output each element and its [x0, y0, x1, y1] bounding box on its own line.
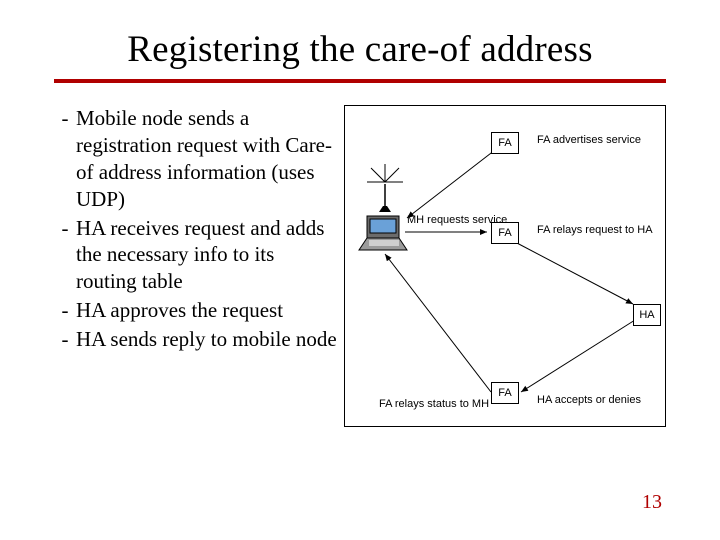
fa-box-1: FA: [491, 132, 519, 154]
slide: Registering the care-of address -Mobile …: [0, 0, 720, 540]
fa-label: FA: [498, 227, 511, 239]
ha-label: HA: [639, 309, 654, 321]
accept-deny-label: HA accepts or denies: [537, 394, 641, 406]
network-diagram: FA FA FA HA FA advertises service MH req…: [344, 105, 666, 427]
fa-label: FA: [498, 387, 511, 399]
bullet-dash: -: [54, 215, 76, 242]
advert-label: FA advertises service: [537, 134, 641, 146]
list-item: -HA approves the request: [54, 297, 338, 324]
page-number: 13: [642, 491, 662, 514]
bullet-list: -Mobile node sends a registration reques…: [54, 105, 338, 427]
bullet-text: HA approves the request: [76, 297, 338, 324]
bullet-dash: -: [54, 297, 76, 324]
bullet-text: Mobile node sends a registration request…: [76, 105, 338, 213]
title-underline: [54, 79, 666, 83]
bullet-dash: -: [54, 105, 76, 132]
bullet-text: HA receives request and adds the necessa…: [76, 215, 338, 296]
fa-box-3: FA: [491, 382, 519, 404]
list-item: -HA sends reply to mobile node: [54, 326, 338, 353]
slide-body: -Mobile node sends a registration reques…: [54, 105, 666, 427]
relay-request-label: FA relays request to HA: [537, 224, 653, 236]
diagram-lines: [345, 106, 667, 428]
bullet-dash: -: [54, 326, 76, 353]
list-item: -HA receives request and adds the necess…: [54, 215, 338, 296]
ha-box: HA: [633, 304, 661, 326]
bullet-text: HA sends reply to mobile node: [76, 326, 338, 353]
slide-title: Registering the care-of address: [54, 28, 666, 71]
mh-request-label: MH requests service: [407, 214, 507, 226]
relay-status-label: FA relays status to MH: [379, 398, 489, 410]
laptop-icon: [359, 216, 407, 250]
fa-label: FA: [498, 137, 511, 149]
list-item: -Mobile node sends a registration reques…: [54, 105, 338, 213]
